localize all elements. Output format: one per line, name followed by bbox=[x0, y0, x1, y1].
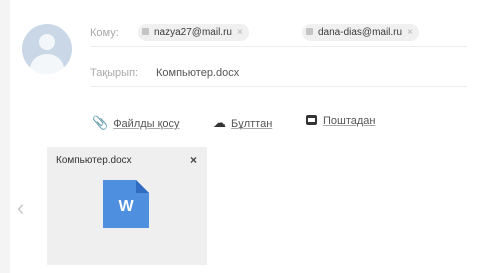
recipient-chip[interactable]: dana-dias@mail.ru × bbox=[302, 24, 419, 41]
remove-recipient-icon[interactable]: × bbox=[237, 27, 243, 38]
cloud-icon: ☁ bbox=[213, 115, 226, 130]
from-mail-label: Поштадан bbox=[323, 115, 376, 127]
recipient-email: nazya27@mail.ru bbox=[154, 27, 232, 38]
avatar[interactable] bbox=[22, 24, 72, 74]
contact-icon bbox=[142, 28, 149, 35]
to-label: Кому: bbox=[90, 27, 119, 39]
chevron-left-icon[interactable]: ‹ bbox=[17, 195, 24, 221]
remove-attachment-icon[interactable]: × bbox=[190, 153, 197, 167]
avatar-body-shape bbox=[30, 54, 64, 74]
recipient-email: dana-dias@mail.ru bbox=[318, 27, 403, 38]
attachment-card[interactable]: Компьютер.docx × W bbox=[47, 147, 207, 265]
doc-fold-corner bbox=[136, 180, 149, 193]
avatar-head-shape bbox=[39, 34, 55, 50]
word-doc-letter: W bbox=[118, 198, 134, 215]
recipients-row[interactable]: Кому: nazya27@mail.ru × dana-dias@mail.ru… bbox=[90, 22, 467, 47]
subject-row[interactable]: Тақырып: Компьютер.docx bbox=[90, 62, 467, 87]
from-cloud-button[interactable]: ☁ Бұлттан bbox=[213, 115, 272, 131]
subject-label: Тақырып: bbox=[90, 67, 139, 79]
from-mail-button[interactable]: Поштадан bbox=[306, 115, 376, 127]
from-cloud-label: Бұлттан bbox=[231, 118, 273, 130]
attachment-filename: Компьютер.docx bbox=[56, 155, 132, 166]
subject-input[interactable]: Компьютер.docx bbox=[156, 67, 239, 79]
recipient-chip[interactable]: nazya27@mail.ru × bbox=[138, 24, 249, 41]
attach-file-label: Файлды қосу bbox=[113, 118, 180, 130]
paperclip-icon: 📎 bbox=[92, 115, 109, 130]
mail-icon bbox=[306, 115, 317, 125]
remove-recipient-icon[interactable]: × bbox=[407, 27, 413, 38]
attach-file-button[interactable]: 📎 Файлды қосу bbox=[92, 115, 180, 131]
contact-icon bbox=[306, 28, 313, 35]
